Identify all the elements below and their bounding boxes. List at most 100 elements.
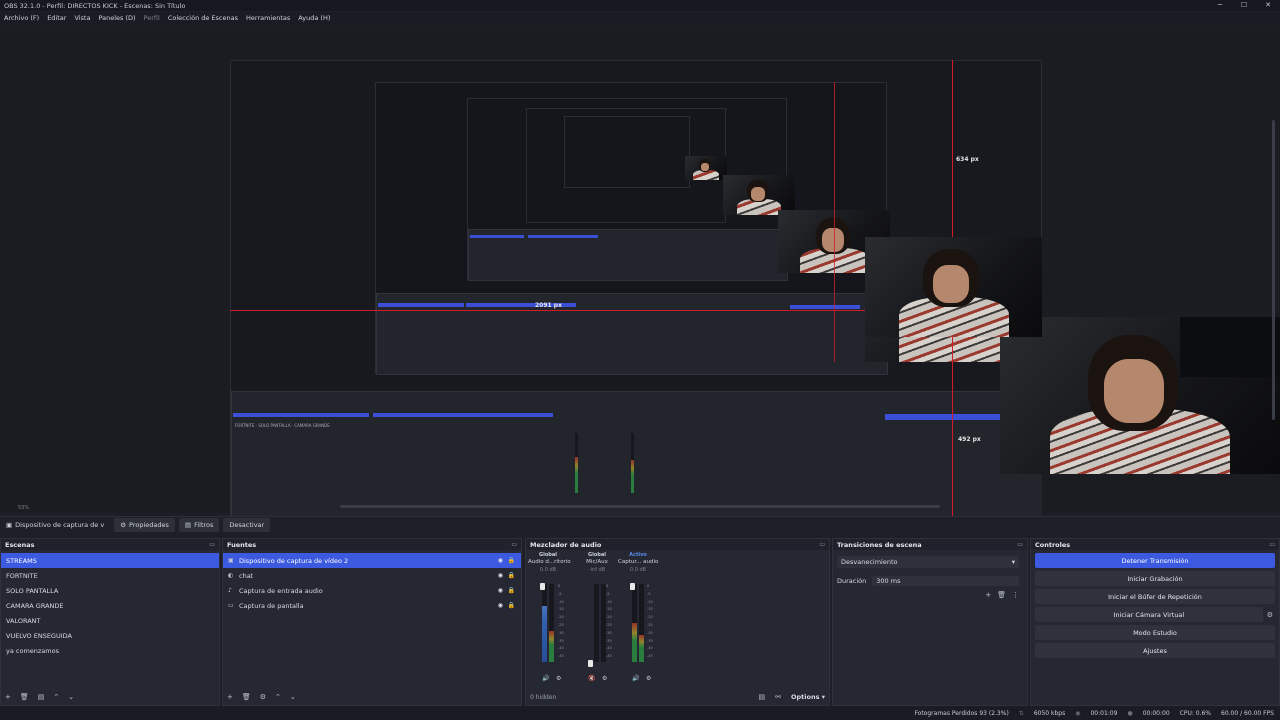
dock-float-icon[interactable]: ▭ — [209, 541, 215, 548]
stop-streaming-button[interactable]: Detener Transmisión — [1035, 553, 1275, 568]
scene-item-valorant[interactable]: VALORANT — [1, 613, 219, 628]
channel-db: 0.0 dB — [629, 567, 647, 573]
dock-float-icon[interactable]: ▭ — [1269, 541, 1275, 548]
menu-herramientas[interactable]: Herramientas — [242, 14, 294, 22]
scene-item-camara-grande[interactable]: CAMARA GRANDE — [1, 598, 219, 613]
speaker-icon[interactable]: 🔊 — [542, 675, 549, 682]
add-icon[interactable]: + — [5, 693, 11, 701]
menu-coleccion-escenas[interactable]: Colección de Escenas — [164, 14, 242, 22]
lock-icon[interactable]: 🔒 — [508, 602, 515, 609]
preview-vertical-scrollbar[interactable] — [1272, 120, 1275, 420]
menu-perfil[interactable]: Perfil — [140, 14, 164, 22]
lock-icon[interactable]: 🔒 — [508, 572, 515, 579]
measure-line-vertical-2 — [834, 82, 835, 362]
speaker-icon[interactable]: 🔊 — [632, 675, 639, 682]
link-icon[interactable]: ⚯ — [775, 693, 781, 701]
studio-mode-button[interactable]: Modo Estudio — [1035, 625, 1275, 640]
scene-item-fortnite[interactable]: FORTNITE — [1, 568, 219, 583]
filter-icon[interactable]: ▤ — [38, 693, 45, 701]
menu-archivo[interactable]: Archivo (F) — [0, 14, 43, 22]
trash-icon[interactable]: 🗑 — [20, 693, 29, 701]
scene-item-streams[interactable]: STREAMS — [1, 553, 219, 568]
arrow-down-icon[interactable]: ⌄ — [290, 693, 296, 701]
eye-icon[interactable]: ◉ — [498, 602, 503, 609]
source-item[interactable]: ▭ Captura de pantalla ◉ 🔒 — [223, 598, 521, 613]
trash-icon[interactable]: 🗑 — [242, 693, 251, 701]
dock-float-icon[interactable]: ▭ — [819, 541, 825, 548]
eye-icon[interactable]: ◉ — [498, 587, 503, 594]
gear-icon[interactable]: ⚙ — [556, 675, 561, 682]
menu-editar[interactable]: Editar — [43, 14, 70, 22]
deactivate-button[interactable]: Desactivar — [223, 517, 271, 532]
lock-icon[interactable]: 🔒 — [508, 587, 515, 594]
transition-actions: + 🗑 ⋮ — [985, 591, 1019, 599]
duration-input[interactable]: 300 ms — [872, 576, 1019, 586]
properties-button[interactable]: ⚙ Propiedades — [114, 517, 175, 532]
cpu-usage: CPU: 0.6% — [1179, 709, 1212, 717]
zoom-level[interactable]: 53% — [0, 505, 29, 511]
volume-fader[interactable] — [540, 583, 545, 590]
trash-icon[interactable]: 🗑 — [997, 591, 1006, 599]
menu-vista[interactable]: Vista — [70, 14, 94, 22]
sources-dock: Fuentes ▭ ▣ Dispositivo de captura de ví… — [222, 538, 522, 706]
network-icon: ⇅ — [1018, 709, 1024, 717]
maximize-button[interactable]: ☐ — [1232, 0, 1256, 11]
gear-icon[interactable]: ⚙ — [602, 675, 607, 682]
arrow-down-icon[interactable]: ⌄ — [68, 693, 74, 701]
preview-area[interactable]: FORTNITE · SOLO PANTALLA · CAMARA GRANDE — [0, 25, 1280, 517]
start-virtual-camera-button[interactable]: Iniciar Cámara Virtual — [1035, 607, 1263, 622]
chevron-down-icon: ▾ — [1011, 558, 1015, 566]
source-item[interactable]: ▣ Dispositivo de captura de vídeo 2 ◉ 🔒 — [223, 553, 521, 568]
dock-float-icon[interactable]: ▭ — [511, 541, 517, 548]
scene-item-ya-comenzamos[interactable]: ya comenzamos — [1, 643, 219, 658]
mute-icon[interactable]: 🔇 — [588, 675, 595, 682]
camera-icon: ▣ — [228, 557, 234, 564]
layout-icon[interactable]: ▤ — [758, 693, 765, 701]
more-icon[interactable]: ⋮ — [1012, 591, 1019, 599]
source-list: ▣ Dispositivo de captura de vídeo 2 ◉ 🔒 … — [223, 553, 521, 613]
gear-icon[interactable]: ⚙ — [1267, 611, 1273, 619]
mixer-footer: 0 hidden ▤ ⚯ Options ▾ — [530, 692, 825, 702]
source-item[interactable]: ◐ chat ◉ 🔒 — [223, 568, 521, 583]
gear-icon[interactable]: ⚙ — [260, 693, 266, 701]
channel-name[interactable]: Captur... audio — [618, 559, 658, 565]
webcam-tile-2 — [865, 237, 1042, 337]
dock-float-icon[interactable]: ▭ — [1017, 541, 1023, 548]
scene-item-vuelvo-enseguida[interactable]: VUELVO ENSEGUIDA — [1, 628, 219, 643]
webcam-tile-main[interactable] — [1000, 317, 1280, 474]
fps-readout: 60.00 / 60.00 FPS — [1221, 709, 1274, 717]
eye-icon[interactable]: ◉ — [498, 572, 503, 579]
arrow-up-icon[interactable]: ⌃ — [275, 693, 281, 701]
add-icon[interactable]: + — [985, 591, 991, 599]
volume-fader[interactable] — [630, 583, 635, 590]
scene-item-solo-pantalla[interactable]: SOLO PANTALLA — [1, 583, 219, 598]
selected-source-name: ▣ Dispositivo de captura de v — [6, 520, 105, 529]
add-icon[interactable]: + — [227, 693, 233, 701]
start-recording-button[interactable]: Iniciar Grabación — [1035, 571, 1275, 586]
volume-fader[interactable] — [588, 660, 593, 667]
volume-meter — [632, 584, 637, 662]
menu-ayuda[interactable]: Ayuda (H) — [294, 14, 334, 22]
channel-name[interactable]: Mic/Aux — [577, 559, 617, 565]
start-replay-buffer-button[interactable]: Iniciar el Búfer de Repetición — [1035, 589, 1275, 604]
controls-dock-header: Controles ▭ — [1031, 539, 1279, 550]
mixer-title: Mezclador de audio — [530, 540, 602, 549]
webcam-tile-6 — [685, 156, 727, 180]
menu-paneles[interactable]: Paneles (D) — [94, 14, 139, 22]
close-button[interactable]: ✕ — [1256, 0, 1280, 11]
virtual-camera-row: Iniciar Cámara Virtual ⚙ — [1031, 604, 1279, 622]
settings-button[interactable]: Ajustes — [1035, 643, 1275, 658]
eye-icon[interactable]: ◉ — [498, 557, 503, 564]
lock-icon[interactable]: 🔒 — [508, 557, 515, 564]
gear-icon[interactable]: ⚙ — [646, 675, 651, 682]
minimize-button[interactable]: ─ — [1208, 0, 1232, 11]
camera-icon: ▣ — [6, 520, 13, 529]
filters-button[interactable]: ▤ Filtros — [178, 517, 220, 532]
meter-scale: 0 -5 -10 -15 -20 -25 -30 -35 -40 -45 — [606, 584, 612, 659]
measure-label-width: 2091 px — [535, 302, 562, 309]
options-dropdown[interactable]: Options ▾ — [791, 693, 825, 701]
channel-name[interactable]: Audio d...ritorio — [528, 559, 571, 565]
arrow-up-icon[interactable]: ⌃ — [53, 693, 59, 701]
transition-select[interactable]: Desvanecimiento ▾ — [837, 556, 1019, 568]
source-item[interactable]: ♪ Captura de entrada audio ◉ 🔒 — [223, 583, 521, 598]
